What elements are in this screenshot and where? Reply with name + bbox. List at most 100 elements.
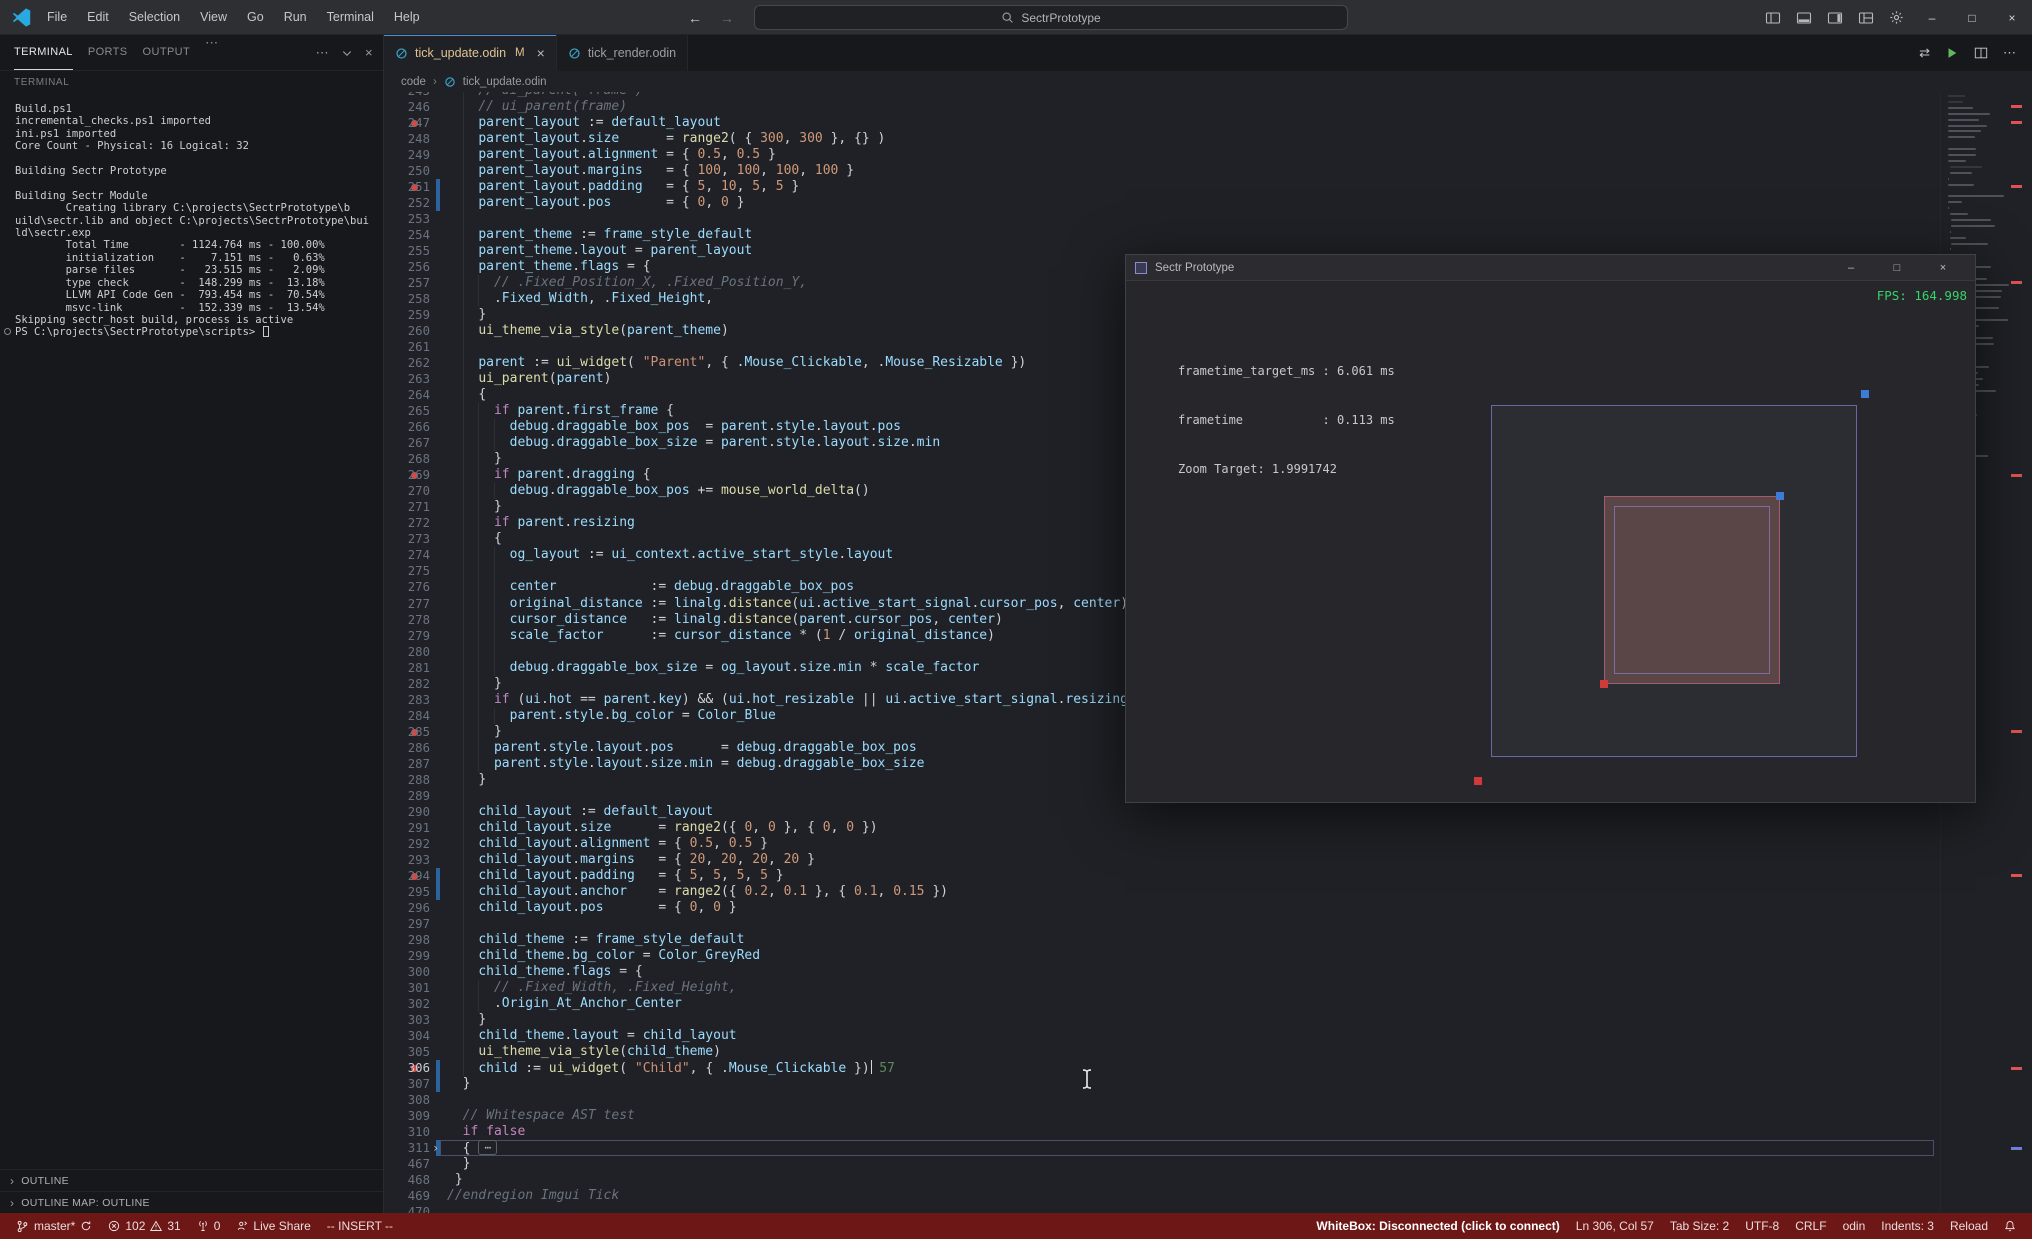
code-line[interactable]: 467 } [384, 1156, 1940, 1172]
run-file-icon[interactable] [1945, 46, 1959, 60]
panel-more-actions-icon[interactable]: ⋯ [316, 45, 329, 61]
sectr-window-titlebar[interactable]: Sectr Prototype – □ × [1126, 255, 1975, 281]
menu-terminal[interactable]: Terminal [317, 0, 384, 35]
toggle-sidebar-left-icon[interactable] [1765, 10, 1781, 26]
code-line[interactable]: 303 } [384, 1011, 1940, 1028]
panel-section-outline-map-outline[interactable]: › OUTLINE MAP: OUTLINE [0, 1191, 383, 1213]
status-indents[interactable]: Indents: 3 [1873, 1213, 1942, 1239]
code-line[interactable]: 296 child_layout.pos = { 0, 0 } [384, 899, 1940, 916]
code-line[interactable]: 297 [384, 915, 1940, 932]
code-line[interactable]: 309 // Whitespace AST test [384, 1108, 1940, 1124]
window-maximize-button[interactable]: □ [1952, 0, 1992, 35]
code-line[interactable]: 292 child_layout.alignment = { 0.5, 0.5 … [384, 835, 1940, 852]
sectr-minimize-button[interactable]: – [1828, 255, 1874, 281]
code-line[interactable]: 249 parent_layout.alignment = { 0.5, 0.5… [384, 147, 1940, 164]
code-line[interactable]: 468 } [384, 1172, 1940, 1188]
code-line[interactable]: 290 child_layout := default_layout [384, 803, 1940, 820]
status-reload[interactable]: Reload [1942, 1213, 1996, 1239]
code-line[interactable]: 294 child_layout.padding = { 5, 5, 5, 5 … [384, 867, 1940, 884]
toggle-panel-icon[interactable] [1796, 10, 1812, 26]
status-tab-size[interactable]: Tab Size: 2 [1662, 1213, 1737, 1239]
tab-tick_render.odin[interactable]: tick_render.odin [556, 35, 689, 71]
code-line[interactable]: 469//endregion Imgui Tick [384, 1188, 1940, 1204]
menu-selection[interactable]: Selection [119, 0, 190, 35]
sectr-prototype-window[interactable]: Sectr Prototype – □ × FPS: 164.998 frameti… [1125, 254, 1976, 803]
status-vim-mode[interactable]: -- INSERT -- [319, 1213, 401, 1239]
status-eol-sequence[interactable]: CRLF [1787, 1213, 1834, 1239]
menu-go[interactable]: Go [237, 0, 274, 35]
panel-tabs-overflow-icon[interactable]: ⋯ [205, 35, 218, 70]
menu-run[interactable]: Run [274, 0, 317, 35]
code-line[interactable]: 310 if false [384, 1124, 1940, 1140]
menu-help[interactable]: Help [384, 0, 430, 35]
sectr-close-button[interactable]: × [1920, 255, 1966, 281]
panel-tab-ports[interactable]: PORTS [88, 35, 128, 70]
customize-layout-icon[interactable] [1858, 10, 1874, 26]
nav-back-icon[interactable]: ← [688, 10, 702, 26]
panel-tab-terminal[interactable]: TERMINAL [14, 35, 73, 70]
status-notifications[interactable] [1996, 1213, 2024, 1239]
sectr-maximize-button[interactable]: □ [1874, 255, 1920, 281]
status-problems[interactable]: 102 31 [100, 1213, 188, 1239]
code-line[interactable]: 293 child_layout.margins = { 20, 20, 20,… [384, 851, 1940, 868]
window-close-button[interactable]: × [1992, 0, 2032, 35]
status-ports-forwarded[interactable]: 0 [189, 1213, 229, 1239]
open-changes-icon[interactable]: ⇄ [1919, 45, 1930, 61]
settings-gear-icon[interactable] [1889, 10, 1904, 25]
status-live-share[interactable]: Live Share [228, 1213, 318, 1239]
fold-chevron-icon[interactable]: › [432, 1140, 439, 1156]
code-line[interactable]: 246 // ui_parent(frame) [384, 99, 1940, 116]
split-editor-icon[interactable] [1974, 46, 1988, 60]
status-whitebox-status[interactable]: WhiteBox: Disconnected (click to connect… [1308, 1213, 1567, 1239]
nav-forward-icon[interactable]: → [720, 10, 734, 26]
command-center-search[interactable]: SectrPrototype [754, 5, 1348, 30]
status-language-mode[interactable]: odin [1835, 1213, 1874, 1239]
editor-actions: ⇄ ⋯ [1919, 35, 2032, 71]
menu-view[interactable]: View [190, 0, 237, 35]
folded-code-ellipsis[interactable]: ⋯ [478, 1140, 498, 1156]
status-encoding[interactable]: UTF-8 [1737, 1213, 1787, 1239]
toggle-sidebar-right-icon[interactable] [1827, 10, 1843, 26]
breadcrumb[interactable]: code › tick_update.odin [384, 71, 2032, 92]
window-minimize-button[interactable]: – [1912, 0, 1952, 35]
panel-section-outline[interactable]: › OUTLINE [0, 1169, 383, 1191]
menu-file[interactable]: File [37, 0, 77, 35]
status-git-branch[interactable]: master* [8, 1213, 100, 1239]
status-cursor-position[interactable]: Ln 306, Col 57 [1568, 1213, 1662, 1239]
more-actions-icon[interactable]: ⋯ [2003, 45, 2016, 61]
code-line[interactable]: 253 [384, 211, 1940, 228]
panel-chevron-down-icon[interactable] [341, 47, 353, 59]
child-widget-box[interactable] [1604, 496, 1780, 684]
code-line[interactable]: 245 // ui_parent( frame ) [384, 92, 1940, 100]
code-line[interactable]: 291 child_layout.size = range2({ 0, 0 },… [384, 819, 1940, 836]
code-line[interactable]: 470 [384, 1204, 1940, 1213]
code-line[interactable]: 304 child_theme.layout = child_layout [384, 1027, 1940, 1044]
code-line[interactable]: 254 parent_theme := frame_style_default [384, 227, 1940, 244]
panel-tab-output[interactable]: OUTPUT [143, 35, 191, 70]
code-line[interactable]: 307 } [384, 1075, 1940, 1092]
code-line[interactable]: 248 parent_layout.size = range2( { 300, … [384, 131, 1940, 148]
code-line[interactable]: 247 parent_layout := default_layout [384, 115, 1940, 132]
code-line[interactable]: 295 child_layout.anchor = range2({ 0.2, … [384, 883, 1940, 900]
breadcrumb-folder[interactable]: code [401, 76, 426, 88]
code-line[interactable]: 301 // .Fixed_Width, .Fixed_Height, [384, 979, 1940, 996]
code-line[interactable]: 306 child := ui_widget( "Child", { .Mous… [384, 1059, 1940, 1076]
code-line[interactable]: 308 [384, 1092, 1940, 1108]
code-line[interactable]: 302 .Origin_At_Anchor_Center [384, 995, 1940, 1012]
code-line[interactable]: 305 ui_theme_via_style(child_theme) [384, 1043, 1940, 1060]
vscode-logo-icon [12, 7, 31, 27]
code-line[interactable]: 250 parent_layout.margins = { 100, 100, … [384, 163, 1940, 180]
menu-edit[interactable]: Edit [77, 0, 119, 35]
code-line[interactable]: 299 child_theme.bg_color = Color_GreyRed [384, 947, 1940, 964]
panel-close-panel-icon[interactable]: × [365, 45, 373, 60]
terminal-line: Total Time - 1124.764 ms - 100.00% [15, 239, 325, 252]
code-line[interactable]: 252 parent_layout.pos = { 0, 0 } [384, 195, 1940, 212]
code-line[interactable]: 298 child_theme := frame_style_default [384, 931, 1940, 948]
code-line[interactable]: 300 child_theme.flags = { [384, 963, 1940, 980]
code-line[interactable]: 251 parent_layout.padding = { 5, 10, 5, … [384, 179, 1940, 196]
code-line[interactable]: › 311 {⋯ [384, 1140, 1940, 1157]
tab-tick_update.odin[interactable]: tick_update.odin M × [384, 35, 557, 71]
close-tab-icon[interactable]: × [537, 45, 545, 61]
breadcrumb-file[interactable]: tick_update.odin [463, 76, 547, 88]
terminal-output[interactable]: Build.ps1 incremental_checks.ps1 imported… [0, 95, 383, 1169]
